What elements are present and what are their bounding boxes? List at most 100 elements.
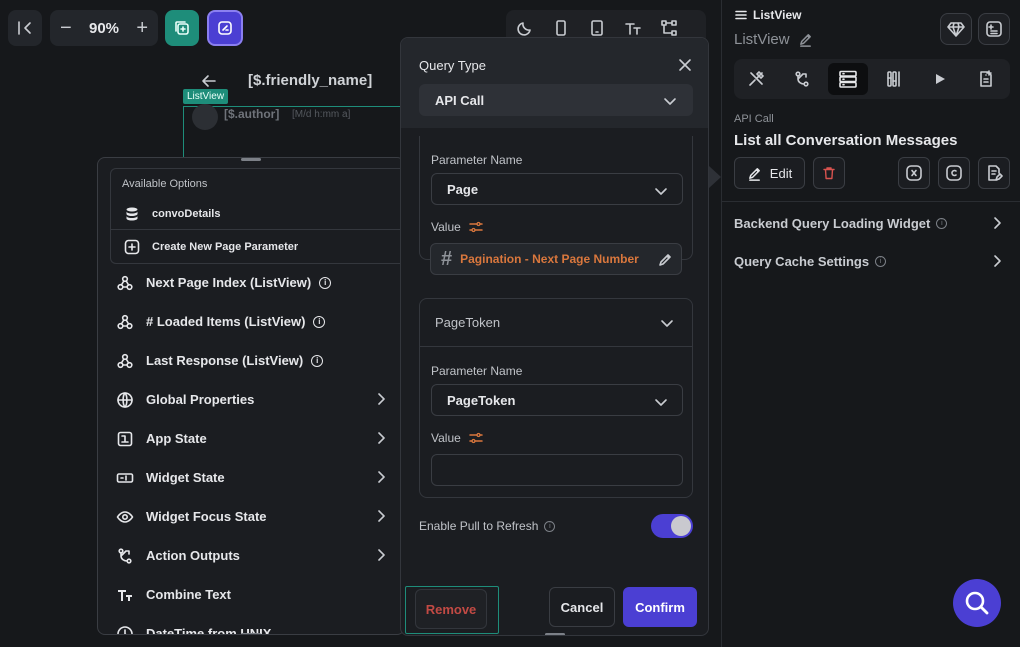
chevron-right-icon: [378, 471, 385, 483]
text-size-icon[interactable]: [624, 19, 642, 37]
edit-query-button[interactable]: Edit: [734, 157, 805, 189]
cancel-label: Cancel: [560, 599, 604, 615]
tablet-icon[interactable]: [588, 19, 606, 37]
variable-settings-icon[interactable]: [469, 431, 483, 445]
option-label: Combine Text: [146, 587, 231, 602]
widget-name-text: ListView: [734, 31, 790, 48]
zoom-level: 90%: [88, 19, 120, 37]
query-cache-settings-row[interactable]: Query Cache Settings i: [722, 242, 1020, 280]
chevron-right-icon: [994, 255, 1001, 267]
copy-plus-icon: [175, 21, 189, 35]
variable-settings-icon[interactable]: [469, 220, 483, 234]
options-header: Available Options: [122, 178, 208, 190]
query-type-value: API Call: [435, 92, 485, 108]
value-label: Value: [431, 220, 461, 234]
parameter-value-field[interactable]: [431, 454, 683, 486]
remove-button[interactable]: Remove: [415, 589, 487, 629]
tab-backend-query[interactable]: [828, 63, 868, 95]
pull-to-refresh-toggle[interactable]: [651, 514, 693, 538]
panel-title-text: ListView: [753, 8, 802, 22]
parameter-card-header[interactable]: PageToken: [420, 299, 692, 347]
page-title: [$.friendly_name]: [248, 72, 373, 89]
theme-widget-button[interactable]: [207, 10, 243, 46]
tab-documentation[interactable]: [966, 63, 1006, 95]
delete-query-button[interactable]: [813, 157, 845, 189]
option-widget-focus-state[interactable]: Widget Focus State: [98, 497, 404, 536]
backend-query-loading-widget-row[interactable]: Backend Query Loading Widget i: [722, 204, 1020, 242]
dark-mode-icon[interactable]: [516, 19, 534, 37]
tree-icon[interactable]: [660, 19, 678, 37]
add-widget-button[interactable]: [978, 13, 1010, 45]
toggle-knob: [671, 516, 691, 536]
confirm-button[interactable]: Confirm: [623, 587, 697, 627]
edit-pencil-icon[interactable]: [657, 252, 673, 268]
collapse-sidebar-button[interactable]: [8, 10, 42, 46]
drag-handle[interactable]: [241, 158, 261, 161]
server-icon: [839, 70, 857, 88]
chevron-down-icon: [664, 98, 676, 105]
zoom-in-button[interactable]: +: [136, 17, 148, 40]
option-widget-state[interactable]: Widget State: [98, 458, 404, 497]
drag-handle[interactable]: [545, 633, 565, 635]
row-label: Query Cache Settings: [734, 253, 870, 269]
close-icon[interactable]: [678, 58, 692, 72]
create-page-parameter-option[interactable]: Create New Page Parameter: [110, 231, 404, 263]
info-icon[interactable]: i: [313, 315, 326, 328]
available-options-menu: Available Options convoDetails Create Ne…: [97, 157, 405, 635]
magic-widget-icon: [218, 21, 232, 35]
widget-name[interactable]: ListView: [734, 31, 813, 48]
clear-cache-button[interactable]: [898, 157, 930, 189]
chevron-right-icon: [378, 549, 385, 561]
option-last-response[interactable]: Last Response (ListView) i: [98, 341, 404, 380]
info-icon[interactable]: i: [319, 276, 332, 289]
sliders-icon: [887, 71, 900, 87]
copy-widget-button[interactable]: [165, 10, 199, 46]
value-label: Value: [431, 431, 461, 445]
premium-button[interactable]: [940, 13, 972, 45]
parameter-name-select[interactable]: Page: [431, 173, 683, 205]
info-icon[interactable]: i: [936, 217, 948, 229]
query-docs-button[interactable]: [978, 157, 1010, 189]
add-square-icon: [124, 239, 140, 255]
option-loaded-items[interactable]: # Loaded Items (ListView) i: [98, 302, 404, 341]
cancel-button[interactable]: Cancel: [549, 587, 615, 627]
info-icon[interactable]: i: [544, 520, 556, 532]
option-datetime-from-unix[interactable]: DateTime from UNIX: [98, 614, 404, 634]
tab-preview[interactable]: [920, 63, 960, 95]
zoom-out-button[interactable]: −: [60, 17, 72, 40]
edit-pencil-icon[interactable]: [798, 32, 813, 47]
remove-label: Remove: [425, 601, 477, 617]
info-icon[interactable]: i: [311, 354, 324, 367]
chevron-down-icon: [655, 188, 667, 195]
option-global-properties[interactable]: Global Properties: [98, 380, 404, 419]
option-label: Action Outputs: [146, 548, 240, 563]
copy-query-button[interactable]: [938, 157, 970, 189]
option-source-convo-details[interactable]: convoDetails: [110, 198, 404, 230]
drag-handle[interactable]: [241, 633, 261, 634]
text-icon: [118, 589, 132, 601]
option-combine-text[interactable]: Combine Text: [98, 575, 404, 614]
parameter-name-label: Parameter Name: [431, 153, 523, 167]
row-label: Backend Query Loading Widget: [734, 215, 931, 231]
option-next-page-index[interactable]: Next Page Index (ListView) i: [98, 263, 404, 302]
phone-icon[interactable]: [552, 19, 570, 37]
tab-properties[interactable]: [736, 63, 776, 95]
confirm-label: Confirm: [635, 599, 685, 615]
back-arrow-icon[interactable]: [200, 72, 218, 90]
query-type-select[interactable]: API Call: [419, 84, 693, 116]
clock-icon: [117, 625, 133, 634]
option-action-outputs[interactable]: Action Outputs: [98, 536, 404, 575]
action-flow-icon: [795, 71, 809, 87]
webhook-icon: [117, 353, 133, 368]
tab-actions[interactable]: [782, 63, 822, 95]
option-label: Next Page Index (ListView): [146, 275, 312, 290]
parameter-name-select[interactable]: PageToken: [431, 384, 683, 416]
option-app-state[interactable]: App State: [98, 419, 404, 458]
search-fab[interactable]: [953, 579, 1001, 627]
dialog-pointer: [709, 166, 721, 188]
info-icon[interactable]: i: [875, 255, 887, 267]
parameter-value-text: Pagination - Next Page Number: [460, 252, 639, 266]
parameter-value-field[interactable]: # Pagination - Next Page Number: [430, 243, 682, 275]
edit-label: Edit: [769, 165, 793, 181]
tab-layout[interactable]: [874, 63, 914, 95]
